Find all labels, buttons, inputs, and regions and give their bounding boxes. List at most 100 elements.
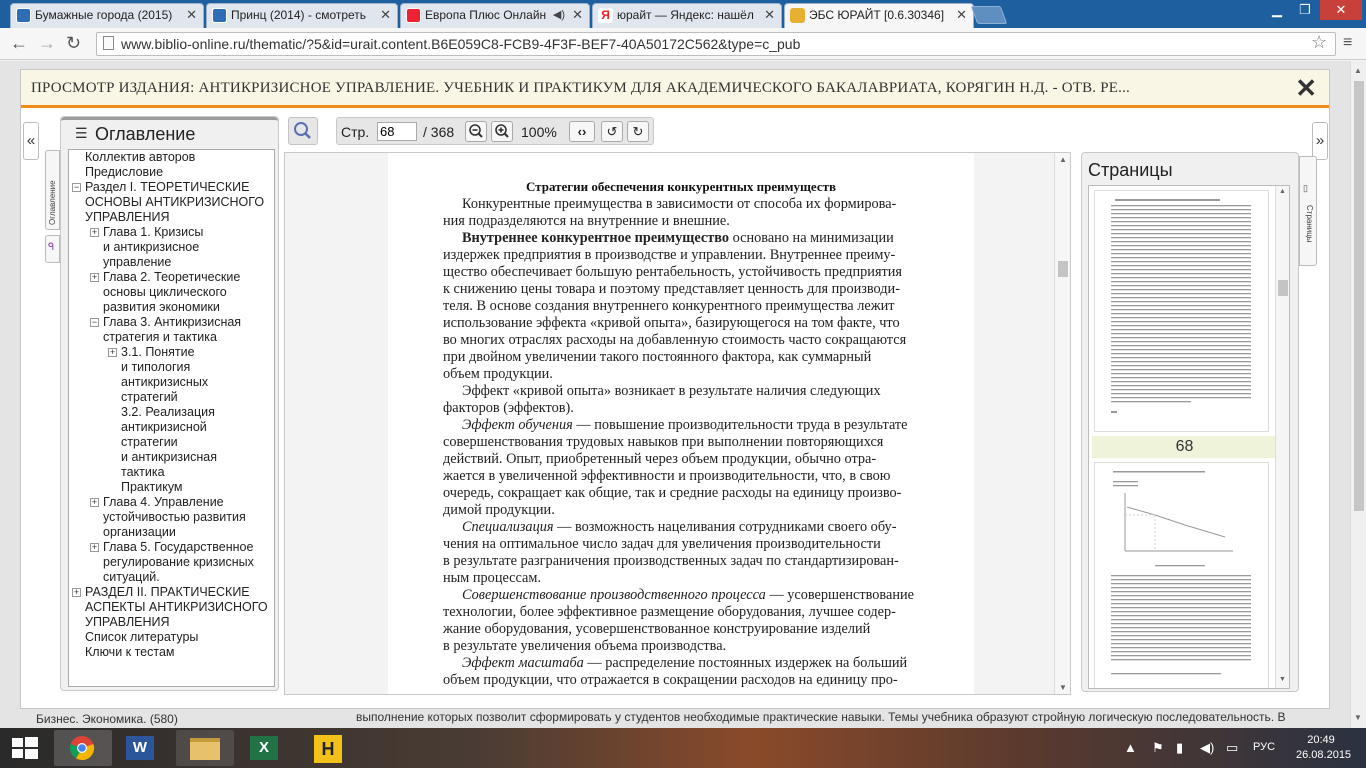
tab-close-icon[interactable]: ✕	[572, 4, 583, 26]
pages-scrollbar-thumb[interactable]	[1278, 280, 1288, 296]
toc-item[interactable]: устойчивостью развития	[103, 510, 246, 525]
tab-close-icon[interactable]: ✕	[186, 4, 197, 26]
toc-item[interactable]: Глава 3. Антикризисная	[103, 315, 241, 330]
toc-item[interactable]: основы циклического	[103, 285, 227, 300]
page-scrollbar-thumb[interactable]	[1354, 81, 1364, 511]
page-scrollbar[interactable]: ▲ ▼	[1350, 61, 1366, 728]
expand-icon[interactable]: +	[72, 588, 81, 597]
document-scrollbar[interactable]: ▲ ▼	[1054, 153, 1070, 694]
toc-item[interactable]: Раздел I. ТЕОРЕТИЧЕСКИЕ	[85, 180, 250, 195]
rotate-right-button[interactable]: ↻	[627, 121, 649, 142]
bookmark-star-icon[interactable]: ☆	[1311, 32, 1327, 53]
tab-close-icon[interactable]: ✕	[956, 4, 967, 26]
volume-icon[interactable]: ◀)	[1200, 740, 1214, 756]
side-tab-pages[interactable]: ▯ Страницы	[1299, 156, 1317, 266]
collapse-icon[interactable]: −	[90, 318, 99, 327]
toc-item[interactable]: Глава 4. Управление	[103, 495, 224, 510]
windows-start-icon[interactable]	[12, 737, 38, 764]
toc-item[interactable]: 3.1. Понятие	[121, 345, 195, 360]
keyboard-icon[interactable]: ▭	[1226, 740, 1238, 756]
rotate-left-button[interactable]: ↺	[601, 121, 623, 142]
action-center-flag-icon[interactable]: ⚑	[1152, 740, 1164, 756]
browser-tab-5[interactable]: ЭБС ЮРАЙТ [0.6.30346] ✕	[784, 3, 974, 28]
toc-item[interactable]: РАЗДЕЛ II. ПРАКТИЧЕСКИЕ	[85, 585, 250, 600]
toc-item[interactable]: Практикум	[121, 480, 183, 495]
toc-item[interactable]: УПРАВЛЕНИЯ	[85, 615, 170, 630]
toc-item[interactable]: организации	[103, 525, 176, 540]
toc-item[interactable]: и типология	[121, 360, 190, 375]
excel-taskbar-button[interactable]: X	[236, 730, 294, 766]
toc-item[interactable]: 3.2. Реализация	[121, 405, 215, 420]
page-number-input[interactable]	[377, 122, 417, 141]
clock[interactable]: 20:49 26.08.2015	[1296, 733, 1351, 763]
toc-item[interactable]: и антикризисная	[121, 450, 217, 465]
pages-scrollbar[interactable]: ▲ ▼	[1275, 186, 1289, 688]
collapse-right-button[interactable]: »	[1312, 122, 1328, 160]
zoom-out-button[interactable]	[465, 121, 487, 142]
minimize-window-button[interactable]: ▁	[1264, 0, 1290, 20]
expand-icon[interactable]: +	[90, 273, 99, 282]
toc-item[interactable]: и антикризисное	[103, 240, 199, 255]
tray-arrow-icon[interactable]: ▲	[1124, 740, 1137, 755]
back-arrow-icon[interactable]: ←	[10, 32, 28, 54]
expand-icon[interactable]: +	[90, 498, 99, 507]
browser-tab-1[interactable]: Бумажные города (2015) ✕	[10, 3, 204, 28]
reload-icon[interactable]: ↻	[66, 32, 81, 54]
close-viewer-button[interactable]: ✕	[1295, 74, 1317, 102]
forward-arrow-icon[interactable]: →	[38, 32, 56, 54]
browser-tab-2[interactable]: Принц (2014) - смотреть ✕	[206, 3, 398, 28]
fit-width-button[interactable]: ‹›	[569, 121, 595, 142]
expand-icon[interactable]: +	[90, 543, 99, 552]
page-thumbnail-current[interactable]	[1094, 190, 1269, 432]
toc-item[interactable]: развития экономики	[103, 300, 220, 315]
page-thumbnails[interactable]: 68 ▲ ▼	[1088, 185, 1290, 689]
search-button[interactable]	[288, 117, 318, 145]
explorer-taskbar-button[interactable]	[176, 730, 234, 766]
new-tab-button[interactable]	[970, 6, 1008, 24]
side-tab-toc[interactable]: Оглавление	[45, 150, 60, 230]
expand-icon[interactable]: +	[90, 228, 99, 237]
toc-tree[interactable]: − + + − + + + + Коллектив авторов Предис…	[68, 149, 275, 687]
toc-item[interactable]: Глава 2. Теоретические	[103, 270, 240, 285]
browser-menu-icon[interactable]: ≡	[1343, 34, 1352, 52]
toc-item[interactable]: Глава 5. Государственное	[103, 540, 253, 555]
tab-close-icon[interactable]: ✕	[380, 4, 391, 26]
side-tab-bookmark[interactable]: ᑫ	[45, 235, 60, 263]
toc-item[interactable]: АСПЕКТЫ АНТИКРИЗИСНОГО	[85, 600, 268, 615]
toc-item[interactable]: Ключи к тестам	[85, 645, 175, 660]
word-taskbar-button[interactable]: W	[114, 730, 172, 766]
address-bar[interactable]: www.biblio-online.ru/thematic/?5&id=urai…	[96, 32, 1336, 56]
page-thumbnail-next[interactable]	[1094, 462, 1269, 688]
browser-tab-4[interactable]: Я юрайт — Яндекс: нашёл ✕	[592, 3, 782, 28]
toc-item[interactable]: УПРАВЛЕНИЯ	[85, 210, 170, 225]
toc-item[interactable]: стратегия и тактика	[103, 330, 217, 345]
toc-item[interactable]: тактика	[121, 465, 165, 480]
toc-item[interactable]: Глава 1. Кризисы	[103, 225, 203, 240]
app-h-taskbar-button[interactable]: H	[298, 730, 356, 766]
category-link[interactable]: Бизнес. Экономика. (580)	[36, 712, 178, 726]
toc-item[interactable]: антикризисных	[121, 375, 208, 390]
collapse-left-button[interactable]: «	[23, 122, 39, 160]
tab-close-icon[interactable]: ✕	[764, 4, 775, 26]
toc-item[interactable]: ОСНОВЫ АНТИКРИЗИСНОГО	[85, 195, 264, 210]
toc-item[interactable]: Коллектив авторов	[85, 150, 195, 165]
language-indicator[interactable]: РУС	[1253, 741, 1275, 753]
document-viewport[interactable]: Стратегии обеспечения конкурентных преим…	[284, 152, 1071, 695]
toc-item[interactable]: стратегий	[121, 390, 178, 405]
toc-item[interactable]: регулирование кризисных	[103, 555, 254, 570]
network-icon[interactable]: ▮	[1176, 740, 1183, 756]
toc-item[interactable]: антикризисной	[121, 420, 207, 435]
collapse-icon[interactable]: −	[72, 183, 81, 192]
close-window-button[interactable]: ✕	[1320, 0, 1362, 20]
zoom-in-button[interactable]	[491, 121, 513, 142]
expand-icon[interactable]: +	[108, 348, 117, 357]
browser-tab-3[interactable]: Европа Плюс Онлайн ◀) ✕	[400, 3, 590, 28]
toc-item[interactable]: стратегии	[121, 435, 178, 450]
toc-item[interactable]: ситуаций.	[103, 570, 160, 585]
toc-item[interactable]: управление	[103, 255, 171, 270]
toc-item[interactable]: Список литературы	[85, 630, 198, 645]
document-scrollbar-thumb[interactable]	[1058, 261, 1068, 277]
chrome-taskbar-button[interactable]	[54, 730, 112, 766]
restore-window-button[interactable]: ❐	[1292, 0, 1318, 20]
toc-item[interactable]: Предисловие	[85, 165, 163, 180]
